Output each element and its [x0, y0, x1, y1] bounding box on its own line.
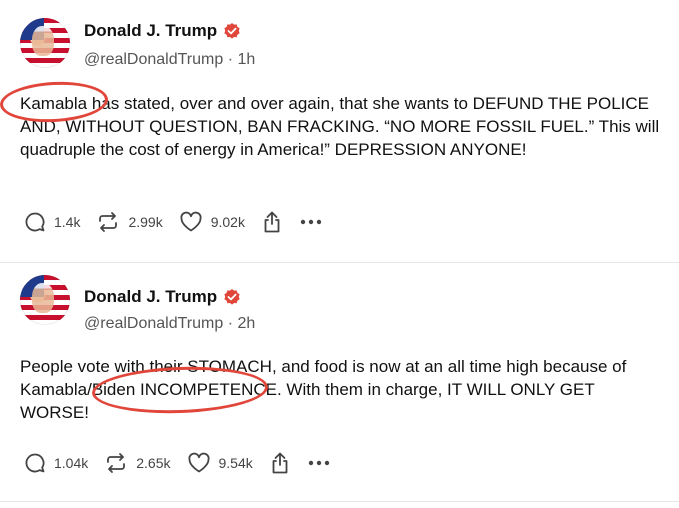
- separator-dot: ·: [227, 315, 238, 332]
- share-button[interactable]: [269, 451, 291, 475]
- like-count: 9.54k: [218, 455, 253, 471]
- share-button[interactable]: [261, 210, 283, 234]
- author-name-row: Donald J. Trump: [84, 21, 241, 41]
- share-icon: [261, 210, 283, 234]
- reply-count: 1.04k: [54, 455, 89, 471]
- post-card: Donald J. Trump @realDonaldTrump · 2h Pe…: [0, 263, 679, 501]
- author-name[interactable]: Donald J. Trump: [84, 287, 217, 307]
- retruth-count: 2.65k: [136, 455, 171, 471]
- avatar[interactable]: [20, 275, 70, 325]
- more-button[interactable]: [307, 459, 331, 467]
- post-divider: [0, 501, 679, 502]
- action-bar: 1.4k 2.99k 9.02k: [24, 210, 339, 234]
- share-icon: [269, 451, 291, 475]
- more-icon: [299, 218, 323, 226]
- like-count: 9.02k: [210, 214, 245, 230]
- reply-icon: [24, 211, 46, 233]
- retruth-icon: [104, 452, 128, 474]
- more-icon: [307, 459, 331, 467]
- action-bar: 1.04k 2.65k 9.54k: [24, 451, 347, 475]
- like-button[interactable]: 9.54k: [187, 452, 253, 474]
- avatar[interactable]: [20, 18, 70, 68]
- post-time[interactable]: 2h: [238, 315, 256, 332]
- author-name-row: Donald J. Trump: [84, 287, 241, 307]
- author-name[interactable]: Donald J. Trump: [84, 21, 217, 41]
- verified-icon: [223, 288, 241, 306]
- handle-line: @realDonaldTrump · 2h: [84, 315, 255, 333]
- handle-line: @realDonaldTrump · 1h: [84, 51, 255, 69]
- reply-button[interactable]: 1.04k: [24, 452, 88, 474]
- like-icon: [179, 211, 203, 233]
- reply-icon: [24, 452, 46, 474]
- post-card: Donald J. Trump @realDonaldTrump · 1h Ka…: [0, 0, 679, 262]
- post-text: People vote with their STOMACH, and food…: [20, 357, 627, 422]
- retruth-count: 2.99k: [128, 214, 163, 230]
- separator-dot: ·: [227, 51, 238, 68]
- like-icon: [187, 452, 211, 474]
- retruth-button[interactable]: 2.65k: [104, 452, 171, 474]
- reply-count: 1.4k: [54, 214, 81, 230]
- retruth-icon: [96, 211, 120, 233]
- verified-icon: [223, 22, 241, 40]
- more-button[interactable]: [299, 218, 323, 226]
- post-time[interactable]: 1h: [238, 51, 256, 68]
- reply-button[interactable]: 1.4k: [24, 211, 80, 233]
- author-handle[interactable]: @realDonaldTrump: [84, 315, 223, 332]
- like-button[interactable]: 9.02k: [179, 211, 245, 233]
- author-handle[interactable]: @realDonaldTrump: [84, 51, 223, 68]
- post-text: Kamabla has stated, over and over again,…: [20, 94, 660, 159]
- retruth-button[interactable]: 2.99k: [96, 211, 163, 233]
